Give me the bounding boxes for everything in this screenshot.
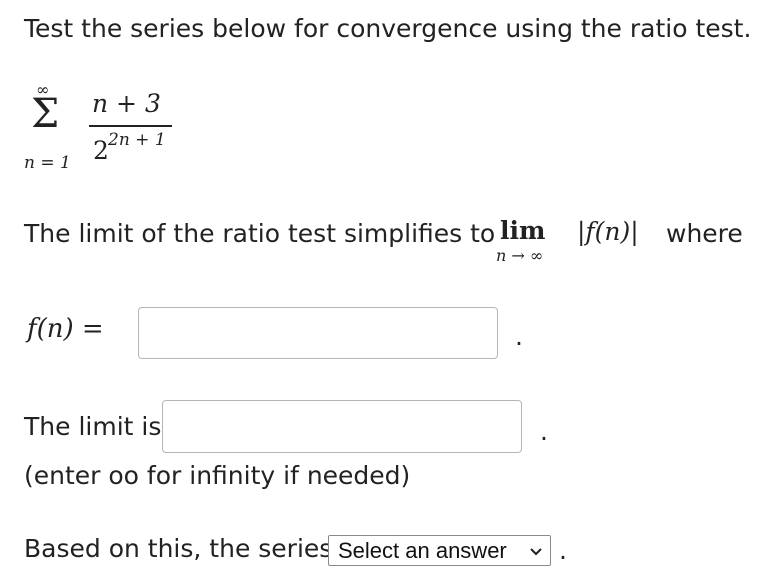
f-n-label: f(n) = xyxy=(27,314,104,344)
series-lower-limit: n = 1 xyxy=(24,153,71,173)
limit-input[interactable] xyxy=(162,400,522,453)
limit-label: The limit is xyxy=(24,412,162,441)
conclusion-text: Based on this, the series xyxy=(24,534,333,563)
convergence-select[interactable]: Select an answer xyxy=(328,535,551,566)
question-prompt: Test the series below for convergence us… xyxy=(24,14,752,43)
chevron-down-icon xyxy=(530,548,542,556)
lim-operator: lim xyxy=(500,216,546,245)
where-text: where xyxy=(666,219,743,248)
f-n-input[interactable] xyxy=(138,307,498,359)
sum-symbol: Σ xyxy=(31,91,60,137)
infinity-hint: (enter oo for infinity if needed) xyxy=(24,461,411,490)
series-numerator: n + 3 xyxy=(92,89,161,118)
series-denominator-exponent: 2n + 1 xyxy=(108,130,166,150)
abs-f-expression: |f(n)| xyxy=(577,217,639,246)
ratio-statement-text: The limit of the ratio test simplifies t… xyxy=(24,219,496,248)
series-denominator-base: 2 xyxy=(93,136,109,165)
conclusion-period: . xyxy=(559,536,567,565)
convergence-select-value: Select an answer xyxy=(338,537,507,563)
lim-subscript: n → ∞ xyxy=(496,246,544,265)
fraction-bar xyxy=(89,125,172,127)
f-n-period: . xyxy=(515,322,523,351)
limit-period: . xyxy=(540,417,548,446)
